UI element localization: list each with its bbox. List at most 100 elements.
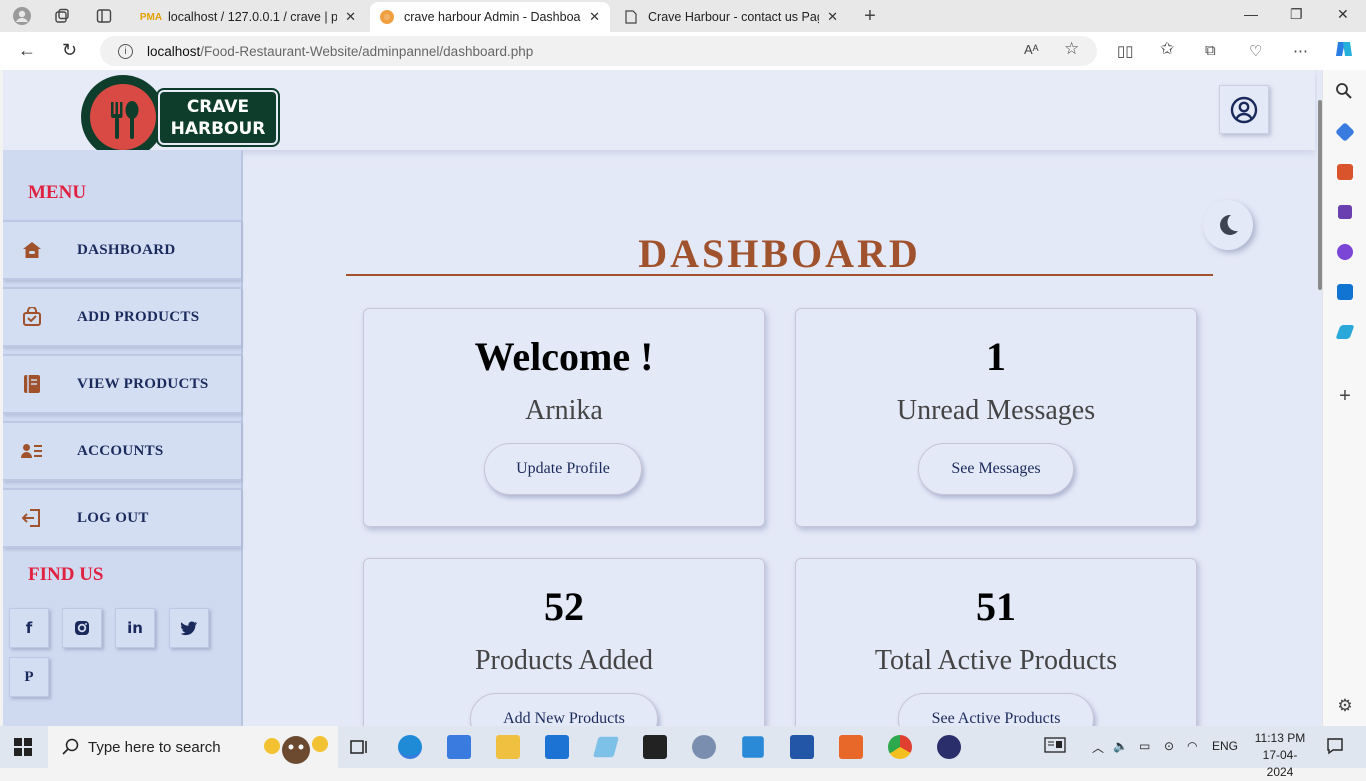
word-icon[interactable] <box>790 735 814 759</box>
url-host: localhost <box>147 43 201 59</box>
sidebar-item-dashboard[interactable]: DASHBOARD <box>3 220 241 280</box>
see-active-products-button[interactable]: See Active Products <box>898 693 1094 726</box>
clock-time: 11:13 PM <box>1254 731 1306 745</box>
mail-icon[interactable] <box>545 735 569 759</box>
facebook-icon[interactable]: f <box>9 608 49 648</box>
card-subtitle: Total Active Products <box>874 645 1118 676</box>
tab-admin-dashboard[interactable]: crave harbour Admin - Dashboar ✕ <box>370 2 610 32</box>
sidebar-item-add-products[interactable]: ADD PRODUCTS <box>3 287 241 347</box>
more-options-icon[interactable]: ⋯ <box>1293 42 1308 60</box>
site-info-icon[interactable]: i <box>118 43 133 59</box>
search-icon <box>62 738 79 755</box>
chrome-icon[interactable] <box>888 735 912 759</box>
sidebar-item-label: LOG OUT <box>77 509 149 526</box>
notes-icon[interactable] <box>593 736 619 758</box>
edge-taskbar-icon[interactable] <box>398 735 422 759</box>
split-screen-icon[interactable]: ▯▯ <box>1117 42 1134 60</box>
show-hidden-icons-icon[interactable]: ︿ <box>1092 739 1104 756</box>
notifications-icon[interactable] <box>1326 737 1344 758</box>
browser-essentials-icon[interactable]: ♡ <box>1249 42 1262 60</box>
sidebar-item-accounts[interactable]: ACCOUNTS <box>3 421 241 481</box>
card-count: 52 <box>544 584 584 629</box>
user-circle-icon <box>1230 96 1258 123</box>
store-taskbar-icon[interactable] <box>447 735 471 759</box>
tab-actions-icon[interactable] <box>94 6 114 26</box>
favorites-icon[interactable]: ✩ <box>1160 39 1174 59</box>
twitter-icon[interactable] <box>169 608 209 648</box>
url-input[interactable]: i localhost/Food-Restaurant-Website/admi… <box>100 36 1097 66</box>
add-new-products-button[interactable]: Add New Products <box>470 693 658 726</box>
clock-date: 17-04-2024 <box>1262 748 1298 779</box>
card-subtitle: Products Added <box>474 645 654 676</box>
windows-taskbar: Type here to search ︿ 🔈 ▭ ⊙ ◠ ENG 11:13 … <box>0 726 1366 779</box>
copilot-icon[interactable] <box>1334 39 1354 63</box>
page-scrollbar-thumb[interactable] <box>1318 100 1322 290</box>
read-aloud-icon[interactable]: Aᴬ <box>1024 42 1039 57</box>
user-profile-button[interactable] <box>1219 85 1269 134</box>
r-language-icon[interactable] <box>692 735 716 759</box>
search-icon[interactable] <box>1335 82 1355 102</box>
see-messages-button[interactable]: See Messages <box>918 443 1074 495</box>
sidebar-settings-icon[interactable]: ⚙ <box>1335 696 1355 716</box>
home-icon <box>21 241 43 259</box>
add-sidebar-app-icon[interactable]: + <box>1335 386 1355 406</box>
taskbar-search-box[interactable]: Type here to search <box>48 726 338 768</box>
games-icon[interactable] <box>1338 205 1352 219</box>
sidebar-item-view-products[interactable]: VIEW PRODUCTS <box>3 354 241 414</box>
collections-icon[interactable]: ⧉ <box>1205 42 1216 59</box>
tab-contact-page[interactable]: Crave Harbour - contact us Page ✕ <box>614 2 848 32</box>
moon-icon <box>1220 214 1238 235</box>
tools-icon[interactable] <box>1337 164 1353 180</box>
drop-icon[interactable] <box>1335 325 1355 339</box>
vscode-icon[interactable] <box>742 736 764 758</box>
find-us-heading: FIND US <box>28 564 104 585</box>
camera-icon[interactable]: ⊙ <box>1164 739 1174 753</box>
crave-harbour-logo[interactable]: CRAVE HARBOUR <box>78 72 283 162</box>
taskbar-clock[interactable]: 11:13 PM 17-04-2024 <box>1250 730 1310 781</box>
profile-avatar-icon[interactable] <box>12 6 32 26</box>
refresh-icon[interactable]: ↻ <box>62 40 77 61</box>
logo-text-line2: HARBOUR <box>170 118 266 139</box>
search-placeholder: Type here to search <box>88 738 221 756</box>
tab-phpmyadmin[interactable]: PMA localhost / 127.0.0.1 / crave | php … <box>134 2 366 32</box>
tab-title: localhost / 127.0.0.1 / crave | php <box>168 10 338 24</box>
news-widget-icon[interactable] <box>1044 736 1066 757</box>
browser-sidebar: + ⚙ <box>1322 70 1366 726</box>
close-window-icon[interactable]: ✕ <box>1337 6 1349 23</box>
update-profile-button[interactable]: Update Profile <box>484 443 642 495</box>
sidebar-item-log-out[interactable]: LOG OUT <box>3 488 241 548</box>
close-tab-icon[interactable]: ✕ <box>589 9 600 25</box>
task-view-icon[interactable] <box>350 738 374 762</box>
logout-icon <box>21 508 43 528</box>
restore-icon[interactable]: ❐ <box>1290 6 1303 23</box>
linkedin-icon[interactable]: in <box>115 608 155 648</box>
minimize-icon[interactable]: — <box>1244 6 1258 22</box>
close-tab-icon[interactable]: ✕ <box>827 9 838 25</box>
shopping-tag-icon[interactable] <box>1335 122 1355 142</box>
card-subtitle: Unread Messages <box>896 395 1096 426</box>
new-tab-icon[interactable]: + <box>860 5 880 27</box>
battery-icon[interactable]: ▭ <box>1139 739 1150 753</box>
back-icon[interactable]: ← <box>18 40 36 61</box>
eclipse-icon[interactable] <box>937 735 961 759</box>
windows-start-icon[interactable] <box>14 738 32 756</box>
instagram-icon[interactable] <box>62 608 102 648</box>
favorite-star-icon[interactable]: ☆ <box>1064 39 1079 59</box>
volume-icon[interactable]: 🔈 <box>1113 739 1128 753</box>
microsoft365-icon[interactable] <box>1337 244 1353 260</box>
page-title: DASHBOARD <box>638 231 921 276</box>
card-heading: Welcome ! <box>474 334 654 379</box>
close-tab-icon[interactable]: ✕ <box>345 9 356 25</box>
outlook-icon[interactable] <box>1337 284 1353 300</box>
xampp-icon[interactable] <box>839 735 863 759</box>
pinterest-icon[interactable]: P <box>9 657 49 697</box>
workspaces-icon[interactable] <box>52 6 72 26</box>
shopping-bag-icon <box>21 307 43 327</box>
card-count: 51 <box>976 584 1016 629</box>
logo-text-plate: CRAVE HARBOUR <box>156 88 280 147</box>
wifi-icon[interactable]: ◠ <box>1187 739 1197 753</box>
language-indicator[interactable]: ENG <box>1212 739 1238 753</box>
terminal-icon[interactable] <box>643 735 667 759</box>
file-explorer-icon[interactable] <box>496 735 520 759</box>
logo-circle <box>78 72 168 162</box>
